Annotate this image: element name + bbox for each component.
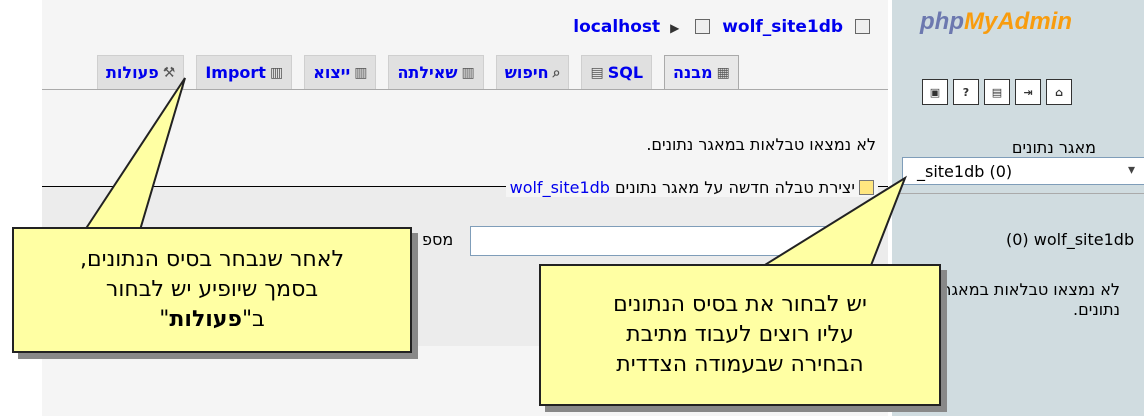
query-window-icon[interactable]: ▣ <box>922 79 948 105</box>
nav-icon-row: ▣ ? ▤ ⇥ ⌂ <box>922 79 1072 105</box>
tab-underline <box>42 89 888 90</box>
nav-no-tables: לא נמצאו טבלאות במאגר נתונים. <box>942 280 1120 319</box>
fields-count-label: מספ <box>422 230 454 249</box>
tab-sql[interactable]: SQL ▤ <box>581 55 653 89</box>
tab-label: מבנה <box>673 63 713 82</box>
phpmyadmin-logo[interactable]: phpMyAdmin <box>920 8 1072 36</box>
tab-import[interactable]: ▥ Import <box>196 55 293 89</box>
help-icon[interactable]: ? <box>953 79 979 105</box>
create-table-text: יצירת טבלה חדשה על מאגר נתונים <box>615 178 855 197</box>
breadcrumb: localhost ▶ wolf_site1db <box>573 17 876 37</box>
tab-label: ייצוא <box>313 63 351 82</box>
tab-structure[interactable]: ▦ מבנה <box>664 55 739 89</box>
database-label: מאגר נתונים <box>1011 138 1096 157</box>
structure-icon: ▦ <box>716 64 730 81</box>
tab-label: פעולות <box>106 63 159 82</box>
table-name-input[interactable] <box>470 226 834 256</box>
tab-operations[interactable]: ⚒ פעולות <box>97 55 185 89</box>
tab-label: חיפוש <box>504 63 549 82</box>
search-icon: ⌕ <box>552 64 561 81</box>
tab-query[interactable]: ▥ שאילתה <box>388 55 484 89</box>
sql-icon: ▤ <box>590 64 604 81</box>
create-table-db: wolf_site1db <box>509 178 610 197</box>
tab-label: Import <box>205 63 266 82</box>
breadcrumb-database[interactable]: wolf_site1db <box>722 17 843 37</box>
tab-search[interactable]: ⌕ חיפוש <box>495 55 570 89</box>
exit-icon[interactable]: ⇥ <box>1015 79 1041 105</box>
query-icon: ▥ <box>461 64 475 81</box>
new-table-icon <box>859 180 874 195</box>
main-header: localhost ▶ wolf_site1db <box>42 0 888 52</box>
database-select[interactable]: _site1db (0) ▾ <box>902 157 1144 185</box>
breadcrumb-server[interactable]: localhost <box>573 17 660 37</box>
tab-export[interactable]: ▥ ייצוא <box>304 55 377 89</box>
create-table-legend: יצירת טבלה חדשה על מאגר נתונים wolf_site… <box>505 178 878 197</box>
database-icon <box>695 19 711 34</box>
import-icon: ▥ <box>269 64 284 81</box>
breadcrumb-arrow-icon: ▶ <box>670 21 680 35</box>
nav-database-name[interactable]: (0) wolf_site1db <box>1006 230 1134 249</box>
chevron-down-icon: ▾ <box>1128 162 1136 178</box>
tab-label: שאילתה <box>397 63 458 82</box>
home-icon[interactable]: ⌂ <box>1046 79 1072 105</box>
nav-divider <box>892 193 1144 194</box>
tab-bar: ▦ מבנה SQL ▤ ⌕ חיפוש ▥ שאילתה ▥ ייצוא ▥ Import… <box>97 55 739 89</box>
sql-icon[interactable]: ▤ <box>984 79 1010 105</box>
tab-label: SQL <box>607 63 644 82</box>
database-select-value: _site1db (0) <box>917 162 1013 181</box>
table-icon <box>855 19 870 34</box>
callout-right: יש לבחור את בסיס הנתונים עליו רוצים לעבו… <box>539 264 941 406</box>
callout-left: לאחר שנבחר בסיס הנתונים, בסמך שיופיע יש … <box>12 227 412 353</box>
stage: localhost ▶ wolf_site1db ▦ מבנה SQL ▤ ⌕ חיפ… <box>0 0 1144 416</box>
operations-icon: ⚒ <box>162 64 176 81</box>
no-tables-message: לא נמצאו טבלאות במאגר נתונים. <box>646 135 876 154</box>
export-icon: ▥ <box>354 64 368 81</box>
left-margin <box>0 0 42 416</box>
